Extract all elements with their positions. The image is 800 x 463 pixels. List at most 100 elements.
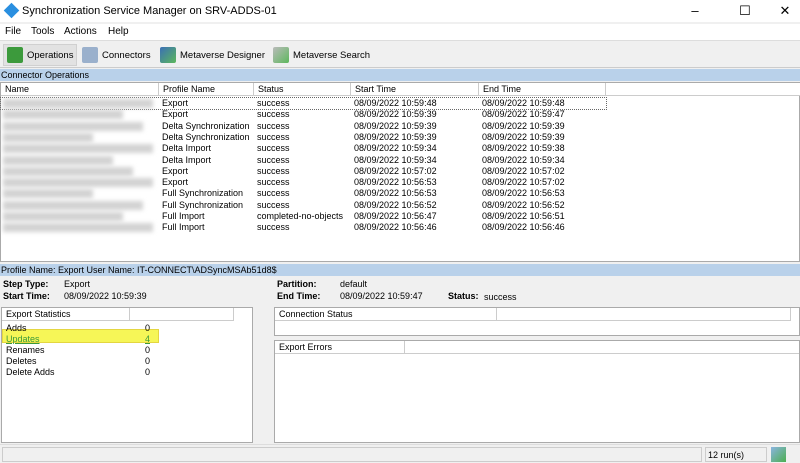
status-label: Status: bbox=[448, 291, 479, 301]
toolbar: Operations Connectors Metaverse Designer… bbox=[0, 40, 800, 68]
connectors-icon bbox=[82, 47, 98, 63]
cell-end: 08/09/2022 10:56:46 bbox=[482, 222, 565, 233]
close-button[interactable]: ✕ bbox=[770, 3, 800, 19]
cell-end: 08/09/2022 10:59:39 bbox=[482, 120, 565, 131]
column-start-time[interactable]: Start Time bbox=[351, 83, 479, 96]
stat-label[interactable]: Updates bbox=[3, 334, 40, 345]
menu-file[interactable]: File bbox=[5, 26, 21, 37]
stat-value[interactable]: 4 bbox=[142, 334, 150, 345]
stat-label: Renames bbox=[6, 345, 45, 355]
export-errors-table[interactable]: Export Errors bbox=[274, 340, 800, 443]
cell-status: success bbox=[257, 109, 290, 120]
refresh-runs-icon[interactable] bbox=[771, 447, 786, 462]
stat-value: 0 bbox=[145, 345, 151, 355]
export-statistics-header: Export Statistics bbox=[2, 308, 130, 321]
cell-status: success bbox=[257, 131, 290, 142]
cell-end: 08/09/2022 10:59:48 bbox=[482, 98, 565, 108]
end-time-value: 08/09/2022 10:59:47 bbox=[340, 291, 423, 301]
cell-start: 08/09/2022 10:59:39 bbox=[354, 131, 437, 142]
operation-row[interactable]: Export success 08/09/2022 10:56:53 08/09/20… bbox=[1, 177, 800, 188]
operations-table[interactable]: Name Profile Name Status Start Time End … bbox=[0, 82, 800, 262]
redacted-name bbox=[3, 121, 143, 131]
cell-start: 08/09/2022 10:57:02 bbox=[354, 165, 437, 176]
metaverse-search-icon bbox=[273, 47, 289, 63]
status-value: success bbox=[484, 292, 517, 302]
cell-status: success bbox=[257, 177, 290, 188]
cell-start: 08/09/2022 10:56:53 bbox=[354, 177, 437, 188]
cell-start: 08/09/2022 10:59:34 bbox=[354, 154, 437, 165]
operation-row[interactable]: Delta Import success 08/09/2022 10:59:34 08… bbox=[1, 143, 800, 154]
partition-label: Partition: bbox=[277, 279, 317, 289]
metaverse-search-label: Metaverse Search bbox=[293, 49, 371, 61]
metaverse-search-button[interactable]: Metaverse Search bbox=[270, 44, 373, 66]
stat-row-delete-adds: Delete Adds 0 bbox=[2, 367, 252, 378]
stat-label: Delete Adds bbox=[6, 367, 55, 377]
operation-row[interactable]: Delta Synchronization success 08/09/2022 1… bbox=[1, 121, 800, 132]
cell-profile: Export bbox=[162, 98, 189, 108]
cell-end: 08/09/2022 10:59:47 bbox=[482, 109, 565, 120]
cell-end: 08/09/2022 10:59:38 bbox=[482, 143, 565, 154]
status-bar: 12 run(s) bbox=[0, 444, 800, 463]
stat-value: 0 bbox=[145, 367, 151, 377]
maximize-button[interactable]: ☐ bbox=[730, 3, 760, 19]
step-type-label: Step Type: bbox=[3, 279, 49, 289]
cell-status: success bbox=[257, 98, 290, 108]
cell-profile: Delta Import bbox=[162, 143, 212, 154]
cell-profile: Full Synchronization bbox=[162, 188, 244, 199]
operation-row[interactable]: Export success 08/09/2022 10:59:39 08/09/20… bbox=[1, 109, 800, 120]
operation-row[interactable]: Full Import completed-no-objects 08/09/202… bbox=[1, 211, 800, 222]
operation-row[interactable]: Full Synchronization success 08/09/2022 10… bbox=[1, 188, 800, 199]
stat-value: 0 bbox=[145, 356, 151, 366]
column-profile-name[interactable]: Profile Name bbox=[159, 83, 254, 96]
operation-row[interactable]: Export success 08/09/2022 10:59:48 08/09/20… bbox=[0, 97, 607, 110]
cell-status: success bbox=[257, 154, 290, 165]
operation-row[interactable]: Delta Synchronization success 08/09/2022 1… bbox=[1, 132, 800, 143]
column-name[interactable]: Name bbox=[1, 83, 159, 96]
metaverse-designer-label: Metaverse Designer bbox=[180, 49, 266, 61]
end-time-label: End Time: bbox=[277, 291, 321, 301]
stats-value-header bbox=[130, 308, 234, 321]
cell-end: 08/09/2022 10:56:52 bbox=[482, 199, 565, 210]
operations-button[interactable]: Operations bbox=[3, 44, 78, 66]
start-time-value: 08/09/2022 10:59:39 bbox=[64, 291, 147, 301]
cell-start: 08/09/2022 10:56:52 bbox=[354, 199, 437, 210]
export-errors-filler bbox=[405, 341, 799, 354]
redacted-name bbox=[3, 178, 153, 188]
stat-row-deletes: Deletes 0 bbox=[2, 356, 252, 367]
menu-help[interactable]: Help bbox=[108, 26, 129, 37]
column-filler bbox=[606, 83, 800, 96]
minimize-button[interactable]: – bbox=[680, 3, 710, 18]
cell-end: 08/09/2022 10:59:39 bbox=[482, 131, 565, 142]
cell-end: 08/09/2022 10:57:02 bbox=[482, 177, 565, 188]
operation-row[interactable]: Full Import success 08/09/2022 10:56:46 08/… bbox=[1, 222, 800, 233]
redacted-name bbox=[3, 212, 123, 221]
menu-tools[interactable]: Tools bbox=[31, 26, 54, 37]
cell-profile: Export bbox=[162, 177, 189, 188]
cell-profile: Delta Synchronization bbox=[162, 120, 250, 131]
menu-bar: File Tools Actions Help bbox=[0, 24, 800, 40]
profile-details-band: Profile Name: Export User Name: IT-CONNE… bbox=[0, 264, 800, 276]
column-status[interactable]: Status bbox=[254, 83, 351, 96]
cell-status: success bbox=[257, 143, 290, 154]
column-end-time[interactable]: End Time bbox=[479, 83, 606, 96]
connection-status-filler bbox=[497, 308, 791, 321]
export-errors-header: Export Errors bbox=[275, 341, 405, 354]
export-statistics-table[interactable]: Export Statistics Adds 0 Updates 4 Renames 0 D… bbox=[1, 307, 253, 443]
redacted-name bbox=[3, 99, 153, 108]
metaverse-designer-button[interactable]: Metaverse Designer bbox=[157, 44, 268, 66]
cell-profile: Export bbox=[162, 165, 189, 176]
connectors-button[interactable]: Connectors bbox=[79, 44, 154, 66]
redacted-name bbox=[3, 189, 93, 199]
cell-start: 08/09/2022 10:56:53 bbox=[354, 188, 437, 199]
redacted-name bbox=[3, 110, 123, 120]
stat-row-updates[interactable]: Updates 4 bbox=[2, 334, 252, 345]
operation-row[interactable]: Delta Import success 08/09/2022 10:59:34 08… bbox=[1, 155, 800, 166]
operation-row[interactable]: Export success 08/09/2022 10:57:02 08/09/20… bbox=[1, 166, 800, 177]
cell-end: 08/09/2022 10:59:34 bbox=[482, 154, 565, 165]
cell-profile: Full Synchronization bbox=[162, 199, 244, 210]
menu-actions[interactable]: Actions bbox=[64, 26, 97, 37]
cell-status: success bbox=[257, 120, 290, 131]
connection-status-table[interactable]: Connection Status bbox=[274, 307, 800, 336]
run-count: 12 run(s) bbox=[705, 447, 767, 462]
operation-row[interactable]: Full Synchronization success 08/09/2022 10… bbox=[1, 200, 800, 211]
